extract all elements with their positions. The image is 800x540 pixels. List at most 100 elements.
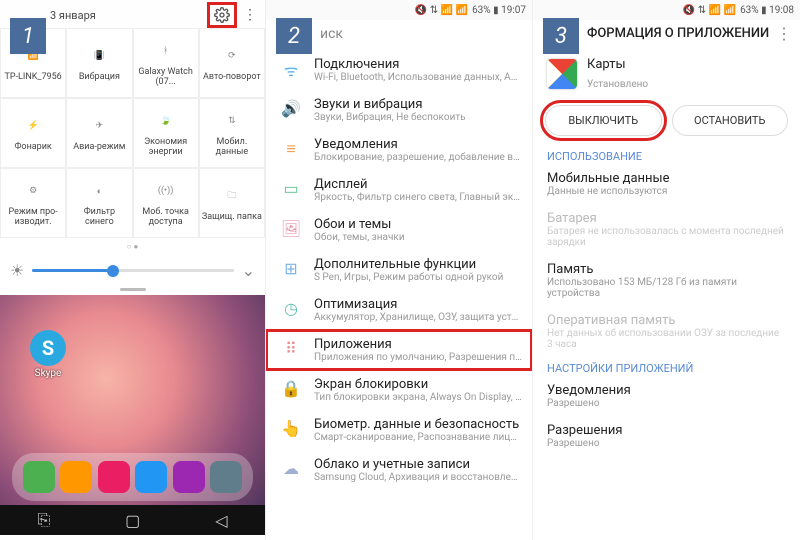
qs-tile-label: Мобил. данные (202, 138, 262, 158)
qs-tile-folder[interactable]: 🗀 Защищ. папка (199, 168, 265, 238)
settings-row-sound[interactable]: 🔊Звуки и вибрацияЗвуки, Вибрация, Не бес… (266, 90, 532, 130)
qs-tile-label: Авиа-режим (73, 143, 125, 153)
status-text: 63% ▮ 19:07 (472, 5, 526, 16)
info-sub: Нет данных об использовании ОЗУ за после… (547, 328, 786, 350)
settings-row-wall[interactable]: 🖼Обои и темыОбои, темы, значки (266, 210, 532, 250)
settings-row-sub: Аккумулятор, Хранилище, ОЗУ, защита устр… (314, 312, 522, 323)
blue-icon: ◐ (97, 178, 102, 204)
dock-gallery-icon[interactable] (98, 461, 130, 493)
settings-row-sub: Samsung Cloud, Архивация и восстановлени… (314, 472, 522, 483)
home-icon[interactable]: ▢ (125, 511, 140, 530)
status-bar-2: 🔇 ⇅ 📶 📶 63% ▮ 19:07 (266, 0, 532, 20)
qs-tile-vibrate[interactable]: 📳Вибрация (66, 28, 132, 98)
qs-tile-leaf[interactable]: 🍃 Экономия энергии (133, 98, 199, 168)
plane-icon: ✈ (96, 113, 104, 139)
hotspot-icon: ((•)) (158, 178, 173, 204)
brightness-slider[interactable] (32, 269, 233, 272)
dock-contacts-icon[interactable] (60, 461, 92, 493)
info-row[interactable]: РазрешенияРазрешено (533, 417, 800, 457)
gear-icon[interactable] (214, 7, 230, 23)
info-row[interactable]: ПамятьИспользовано 153 МБ/128 Гб из памя… (533, 256, 800, 307)
qs-tile-bt[interactable]: ᚼGalaxy Watch (07... (133, 28, 199, 98)
maps-icon (547, 59, 577, 89)
dock-apps-icon[interactable] (210, 461, 242, 493)
info-title: Уведомления (547, 383, 786, 398)
bt-icon: ᚼ (163, 38, 168, 64)
info-row[interactable]: УведомленияРазрешено (533, 377, 800, 417)
stop-button[interactable]: ОСТАНОВИТЬ (672, 105, 789, 136)
android-navbar: ⎘ ▢ ◁ (0, 505, 265, 535)
settings-row-lock[interactable]: 🔒Экран блокировкиТип блокировки экрана, … (266, 370, 532, 410)
qs-tile-label: Вибрация (79, 73, 120, 83)
disable-button[interactable]: ВЫКЛЮЧИТЬ (545, 105, 662, 136)
settings-row-title: Подключения (314, 57, 522, 72)
more-icon[interactable]: ⋮ (243, 7, 257, 23)
info-title: Разрешения (547, 423, 786, 438)
info-row[interactable]: Мобильные данныеДанные не используются (533, 165, 800, 205)
folder-icon: 🗀 (227, 183, 236, 209)
settings-row-cloud[interactable]: ☁Облако и учетные записиSamsung Cloud, А… (266, 450, 532, 490)
settings-row-notif[interactable]: ≡УведомленияБлокирование, разрешение, до… (266, 130, 532, 170)
qs-tiles-grid: 📶TP-LINK_7956📳ВибрацияᚼGalaxy Watch (07.… (0, 28, 265, 238)
qs-tile-label: Защищ. папка (202, 213, 262, 223)
apps-icon: ⠿ (280, 337, 302, 363)
more-icon[interactable]: ⋮ (776, 24, 792, 43)
dock-camera-icon[interactable] (173, 461, 205, 493)
qs-tile-flash[interactable]: ⚡Фонарик (0, 98, 66, 168)
settings-row-conn[interactable]: ᯤПодключенияWi-Fi, Bluetooth, Использова… (266, 50, 532, 90)
settings-row-sub: Яркость, Фильтр синего света, Главный эк… (314, 192, 522, 203)
settings-row-sub: Смарт-сканирование, Распознавание лица..… (314, 432, 522, 443)
section-usage: ИСПОЛЬЗОВАНИЕ (533, 146, 800, 165)
settings-row-title: Уведомления (314, 137, 522, 152)
skype-icon: S (30, 330, 66, 366)
leaf-icon: 🍃 (160, 108, 171, 134)
info-sub: Разрешено (547, 438, 786, 449)
homescreen[interactable]: S Skype ⎘ ▢ ◁ (0, 295, 265, 535)
settings-row-opt[interactable]: ◷ОптимизацияАккумулятор, Хранилище, ОЗУ,… (266, 290, 532, 330)
dock (12, 453, 253, 501)
qs-tile-label: Экономия энергии (136, 138, 196, 158)
qs-tile-rotate[interactable]: ⟳Авто-поворот (199, 28, 265, 98)
dock-browser-icon[interactable] (135, 461, 167, 493)
bio-icon: 👆 (280, 417, 302, 443)
brightness-expand-icon[interactable]: ⌄ (242, 261, 255, 280)
qs-tile-hotspot[interactable]: ((•))Моб. точка доступа (133, 168, 199, 238)
brightness-icon: ☀ (10, 261, 24, 280)
status-text: 63% ▮ 19:08 (740, 5, 794, 16)
back-icon[interactable]: ◁ (215, 511, 227, 530)
settings-row-sub: Блокирование, разрешение, добавление в п… (314, 152, 522, 163)
search-placeholder: иск (320, 26, 343, 42)
info-title: Батарея (547, 211, 786, 226)
settings-row-sub: S Pen, Игры, Режим работы одной рукой (314, 272, 522, 283)
recent-icon[interactable]: ⎘ (37, 510, 50, 530)
settings-row-sub: Wi-Fi, Bluetooth, Использование данных, … (314, 72, 522, 83)
qs-tile-label: Авто-поворот (203, 73, 261, 83)
dock-phone-icon[interactable] (23, 461, 55, 493)
action-buttons: ВЫКЛЮЧИТЬ ОСТАНОВИТЬ (533, 101, 800, 146)
settings-row-adv[interactable]: ⊞Дополнительные функцииS Pen, Игры, Режи… (266, 250, 532, 290)
step-badge-3: 3 (543, 18, 579, 54)
qs-date: 3 января (50, 9, 96, 22)
qs-tile-data[interactable]: ⇅Мобил. данные (199, 98, 265, 168)
settings-row-apps[interactable]: ⠿ПриложенияПриложения по умолчанию, Разр… (266, 330, 532, 370)
settings-row-title: Биометр. данные и безопасность (314, 417, 522, 432)
settings-row-bio[interactable]: 👆 Биометр. данные и безопасностьСмарт-ска… (266, 410, 532, 450)
panel-handle[interactable] (120, 288, 146, 291)
display-icon: ▭ (280, 177, 302, 203)
brightness-row: ☀ ⌄ (0, 255, 265, 286)
qs-tile-perf[interactable]: ⚙Режим про-изводит. (0, 168, 66, 238)
settings-row-title: Дисплей (314, 177, 522, 192)
skype-app[interactable]: S Skype (30, 330, 66, 379)
qs-tile-plane[interactable]: ✈ Авиа-режим (66, 98, 132, 168)
settings-row-display[interactable]: ▭ ДисплейЯркость, Фильтр синего света, Гл… (266, 170, 532, 210)
opt-icon: ◷ (280, 297, 302, 323)
cloud-icon: ☁ (280, 457, 302, 483)
qs-tile-label: Режим про-изводит. (3, 208, 63, 228)
qs-tile-blue[interactable]: ◐Фильтр синего (66, 168, 132, 238)
info-row[interactable]: Оперативная памятьНет данных об использо… (533, 307, 800, 358)
info-row[interactable]: БатареяБатарея не использовалась с момен… (533, 205, 800, 256)
wall-icon: 🖼 (280, 217, 302, 243)
sound-icon: 🔊 (280, 97, 302, 123)
app-info-title: ФОРМАЦИЯ О ПРИЛОЖЕНИИ (587, 26, 776, 41)
section-app-settings: НАСТРОЙКИ ПРИЛОЖЕНИЙ (533, 358, 800, 377)
